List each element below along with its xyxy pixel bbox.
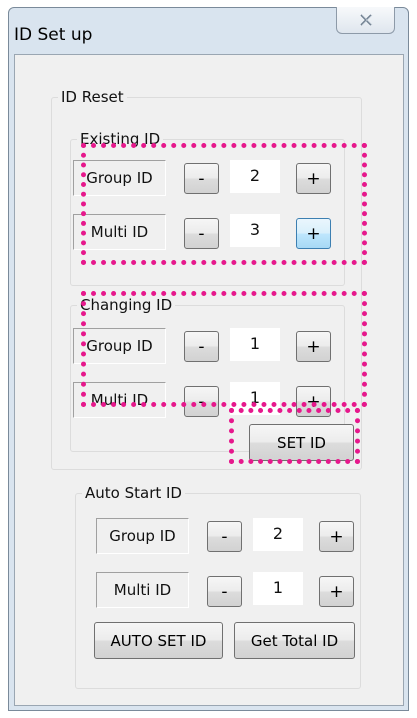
close-icon (359, 14, 372, 26)
existing-id-highlight (81, 143, 367, 265)
auto-start-id-label: Auto Start ID (82, 483, 185, 503)
auto-multi-id-label: Multi ID (96, 572, 189, 608)
close-button[interactable] (336, 7, 395, 34)
auto-multi-decrement-button[interactable]: - (207, 576, 242, 607)
auto-group-increment-button[interactable]: + (319, 521, 354, 552)
auto-multi-increment-button[interactable]: + (319, 576, 354, 607)
set-id-highlight (229, 408, 360, 464)
window-title: ID Set up (14, 25, 93, 45)
changing-id-highlight (81, 291, 367, 407)
auto-start-id-group: Auto Start ID Group ID - 2 + Multi ID - … (75, 483, 361, 689)
get-total-id-button[interactable]: Get Total ID (234, 622, 355, 659)
auto-group-decrement-button[interactable]: - (207, 521, 242, 552)
auto-multi-id-field[interactable]: 1 (253, 572, 303, 605)
auto-group-id-label: Group ID (96, 518, 189, 554)
auto-group-id-field[interactable]: 2 (253, 518, 303, 551)
auto-set-id-button[interactable]: AUTO SET ID (94, 622, 223, 659)
title-bar: ID Set up (9, 7, 408, 56)
id-reset-label: ID Reset (58, 87, 127, 107)
